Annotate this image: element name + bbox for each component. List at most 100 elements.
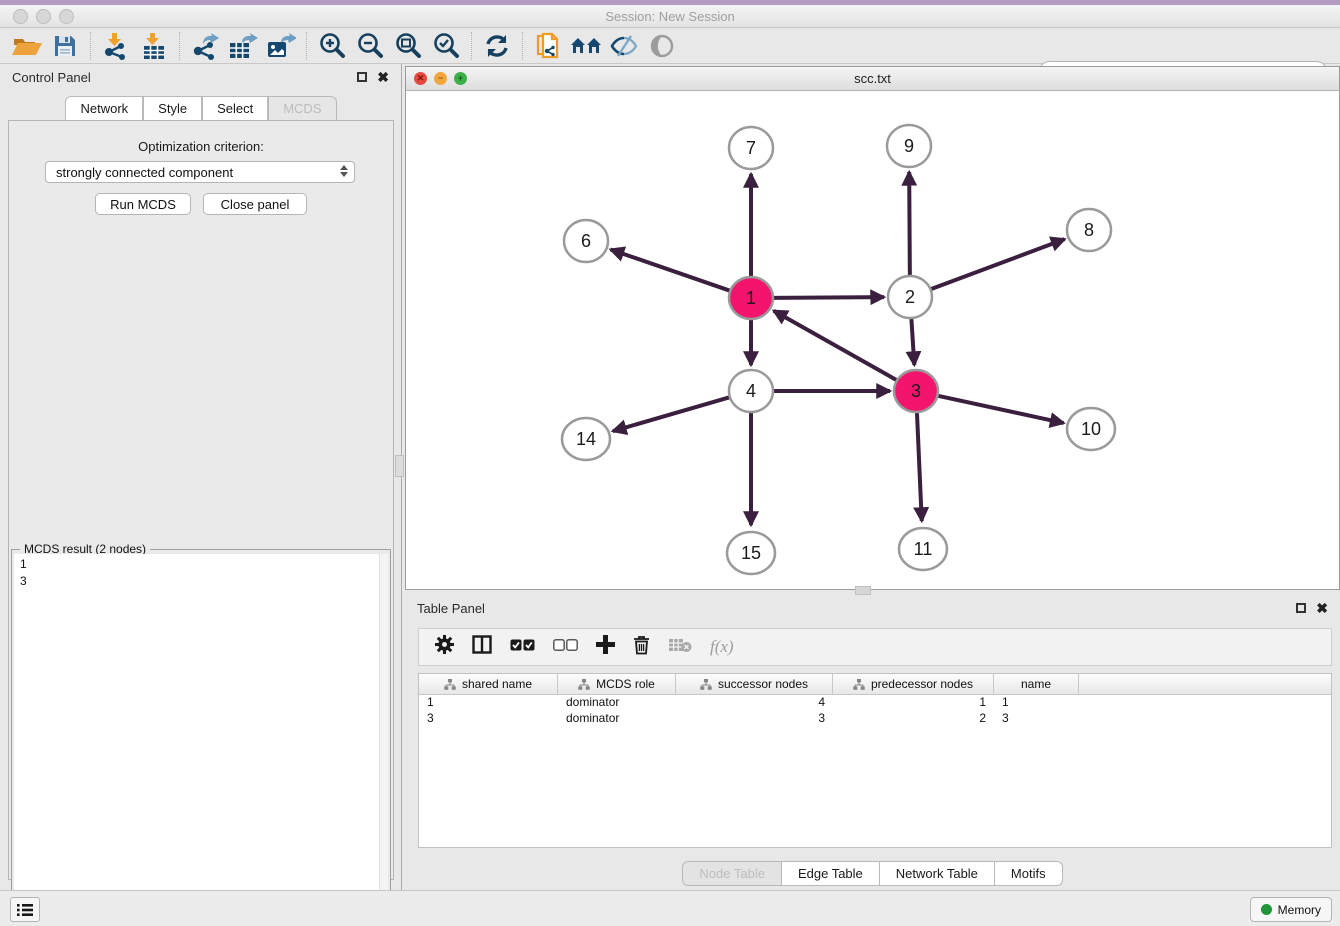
- graph-node-label-8: 8: [1084, 220, 1094, 240]
- graph-node-label-14: 14: [576, 429, 596, 449]
- table-row[interactable]: 3dominator323: [419, 711, 1331, 727]
- column-header-name[interactable]: name: [994, 674, 1079, 694]
- table-cell[interactable]: 3: [419, 711, 558, 727]
- memory-label: Memory: [1278, 903, 1321, 917]
- delete-column-button[interactable]: [633, 635, 650, 660]
- network-canvas[interactable]: 7968124314101511: [406, 91, 1339, 589]
- graph-edge-4-14[interactable]: [613, 397, 730, 431]
- graph-edge-3-1[interactable]: [774, 311, 897, 380]
- mcds-result-scrollbar[interactable]: [379, 554, 388, 924]
- node-table-body: 1dominator4113dominator323: [419, 695, 1331, 727]
- close-window-icon[interactable]: [13, 9, 28, 24]
- tab-node-table[interactable]: Node Table: [682, 861, 782, 886]
- column-header-label: name: [1021, 677, 1051, 691]
- graph-node-label-6: 6: [581, 231, 591, 251]
- zoom-fit-button[interactable]: [389, 30, 427, 62]
- horizontal-splitter-handle[interactable]: [855, 586, 871, 595]
- function-builder-button-disabled[interactable]: f(x): [710, 637, 734, 657]
- float-table-panel-icon[interactable]: [1296, 603, 1306, 613]
- show-columns-button[interactable]: [472, 635, 492, 659]
- select-all-button[interactable]: [510, 638, 535, 656]
- trash-icon: [633, 635, 650, 655]
- traffic-lights[interactable]: [13, 9, 74, 24]
- control-panel: Control Panel ✖ Network Style Select MCD…: [0, 64, 402, 890]
- network-graph[interactable]: 7968124314101511: [406, 91, 1339, 589]
- close-panel-icon[interactable]: ✖: [377, 70, 389, 84]
- tab-mcds[interactable]: MCDS: [268, 96, 336, 120]
- save-session-button[interactable]: [46, 30, 84, 62]
- tab-motifs[interactable]: Motifs: [995, 861, 1063, 886]
- minimize-window-icon[interactable]: [36, 9, 51, 24]
- export-table-button[interactable]: [224, 30, 262, 62]
- tab-network[interactable]: Network: [65, 96, 143, 120]
- mcds-result-text[interactable]: 1 3: [14, 554, 380, 924]
- graph-edge-3-11[interactable]: [917, 413, 922, 521]
- import-network-button[interactable]: [97, 30, 135, 62]
- table-panel: Table Panel ✖: [405, 595, 1340, 890]
- homes-button[interactable]: [567, 30, 605, 62]
- table-cell[interactable]: 3: [676, 711, 833, 727]
- close-table-panel-icon[interactable]: ✖: [1316, 601, 1328, 615]
- toolbar-separator: [522, 32, 523, 60]
- tab-edge-table[interactable]: Edge Table: [782, 861, 880, 886]
- table-settings-button[interactable]: [435, 635, 454, 659]
- tab-select[interactable]: Select: [202, 96, 268, 120]
- graph-edge-1-2[interactable]: [773, 297, 884, 298]
- tree-icon: [700, 679, 712, 690]
- graph-edge-2-8[interactable]: [931, 239, 1065, 289]
- show-hide-button[interactable]: [643, 30, 681, 62]
- zoom-in-button[interactable]: [313, 30, 351, 62]
- zoom-out-button[interactable]: [351, 30, 389, 62]
- table-cell[interactable]: 1: [833, 695, 994, 711]
- graph-edge-1-6[interactable]: [611, 249, 731, 290]
- graphics-details-button[interactable]: [605, 30, 643, 62]
- column-header-shared-name[interactable]: shared name: [419, 674, 558, 694]
- unchecked-boxes-icon: [553, 639, 578, 651]
- table-cell[interactable]: 3: [994, 711, 1079, 727]
- select-stepper-icon: [340, 165, 348, 177]
- titlebar[interactable]: Session: New Session: [0, 5, 1340, 28]
- import-table-button[interactable]: [135, 30, 173, 62]
- graph-edge-3-10[interactable]: [937, 396, 1063, 423]
- tab-style[interactable]: Style: [143, 96, 202, 120]
- memory-button[interactable]: Memory: [1250, 897, 1332, 922]
- graph-node-label-2: 2: [905, 287, 915, 307]
- import-table-icon: [141, 32, 167, 60]
- eye-icon: [649, 33, 675, 59]
- run-mcds-button[interactable]: Run MCDS: [95, 193, 191, 215]
- add-column-button[interactable]: [596, 635, 615, 659]
- column-header-predecessor-nodes[interactable]: predecessor nodes: [833, 674, 994, 694]
- clone-network-button[interactable]: [529, 30, 567, 62]
- graph-edge-2-3[interactable]: [911, 319, 914, 365]
- deselect-all-button[interactable]: [553, 638, 578, 656]
- vertical-splitter-handle[interactable]: [395, 455, 404, 477]
- task-history-button[interactable]: [10, 897, 40, 922]
- delete-table-button-disabled[interactable]: [668, 637, 692, 658]
- apply-layout-button[interactable]: [478, 30, 516, 62]
- column-header-MCDS-role[interactable]: MCDS role: [558, 674, 676, 694]
- zoom-selected-button[interactable]: [427, 30, 465, 62]
- criterion-select[interactable]: strongly connected component: [45, 161, 355, 183]
- close-panel-button[interactable]: Close panel: [203, 193, 307, 215]
- zoom-fit-icon: [394, 32, 422, 60]
- table-cell[interactable]: 1: [994, 695, 1079, 711]
- table-cell[interactable]: 1: [419, 695, 558, 711]
- tab-network-table[interactable]: Network Table: [880, 861, 995, 886]
- table-toolbar: f(x): [418, 628, 1332, 666]
- table-cell[interactable]: 2: [833, 711, 994, 727]
- graph-node-label-15: 15: [741, 543, 761, 563]
- table-cell[interactable]: dominator: [558, 695, 676, 711]
- table-cell[interactable]: dominator: [558, 711, 676, 727]
- graph-edge-2-9[interactable]: [909, 172, 910, 275]
- column-header-successor-nodes[interactable]: successor nodes: [676, 674, 833, 694]
- window-title: Session: New Session: [0, 5, 1340, 28]
- table-row[interactable]: 1dominator411: [419, 695, 1331, 711]
- export-image-button[interactable]: [262, 30, 300, 62]
- open-session-button[interactable]: [8, 30, 46, 62]
- export-network-button[interactable]: [186, 30, 224, 62]
- network-window-titlebar[interactable]: ✕ − + scc.txt: [406, 67, 1339, 91]
- zoom-window-icon[interactable]: [59, 9, 74, 24]
- float-panel-icon[interactable]: [357, 72, 367, 82]
- table-cell[interactable]: 4: [676, 695, 833, 711]
- table-panel-tabs: Node Table Edge Table Network Table Moti…: [405, 861, 1340, 886]
